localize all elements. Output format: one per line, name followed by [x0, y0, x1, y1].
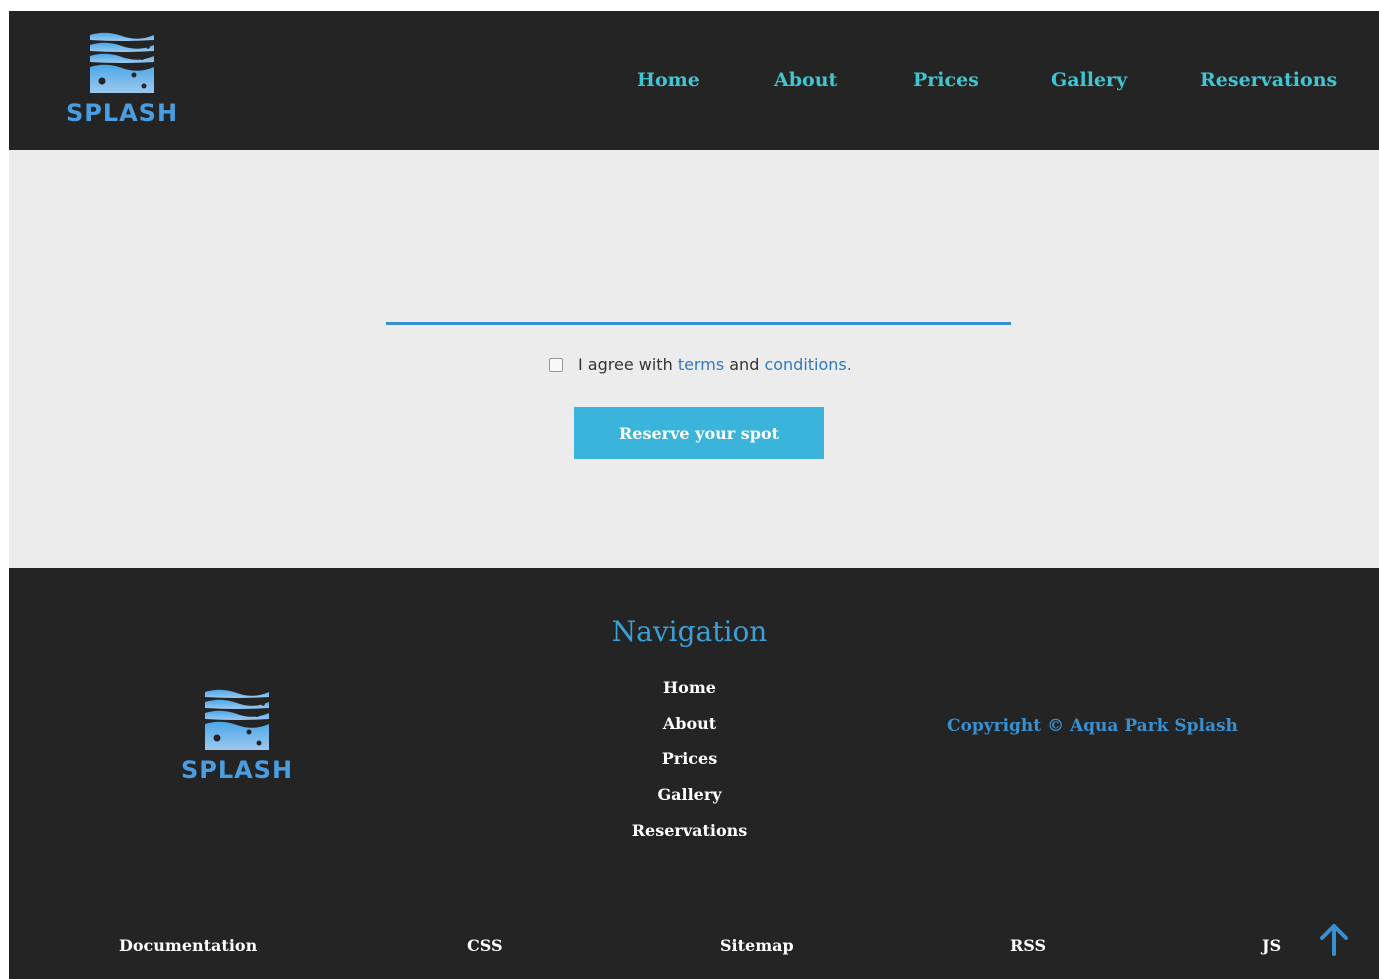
agree-prefix-text: I agree with [578, 355, 673, 374]
conditions-link[interactable]: conditions. [764, 355, 851, 374]
footer-link-css[interactable]: CSS [467, 936, 503, 955]
footer-link-sitemap[interactable]: Sitemap [720, 936, 794, 955]
nav-link-about[interactable]: About [774, 69, 837, 91]
terms-agreement: I agree with terms and conditions. [549, 355, 852, 374]
header-logo[interactable]: SPLASH [65, 31, 179, 127]
terms-link[interactable]: terms [678, 355, 724, 374]
copyright-text: Copyright © Aqua Park Splash [947, 716, 1238, 736]
nav-link-gallery[interactable]: Gallery [1051, 69, 1127, 91]
footer-nav-title: Navigation [611, 615, 768, 648]
site-header: SPLASH Home About Prices Gallery Reserva… [9, 11, 1379, 150]
footer-link-documentation[interactable]: Documentation [119, 936, 257, 955]
footer-nav-reservations[interactable]: Reservations [0, 821, 1379, 840]
nav-link-home[interactable]: Home [637, 69, 700, 91]
footer-nav-home[interactable]: Home [0, 678, 1379, 697]
page: SPLASH Home About Prices Gallery Reserva… [9, 11, 1379, 979]
arrow-up-icon[interactable] [1317, 923, 1351, 957]
and-text: and [729, 355, 760, 374]
input-underline[interactable] [386, 322, 1011, 325]
reserve-button[interactable]: Reserve your spot [574, 407, 824, 459]
logo-wordmark: SPLASH [65, 99, 179, 127]
splash-wave-logo-icon [90, 32, 154, 93]
footer-nav-gallery[interactable]: Gallery [0, 785, 1379, 804]
footer-link-js[interactable]: JS [1262, 936, 1281, 955]
agree-checkbox[interactable] [549, 357, 563, 372]
nav-link-prices[interactable]: Prices [913, 69, 979, 91]
footer-link-rss[interactable]: RSS [1010, 936, 1046, 955]
reservation-form-section: I agree with terms and conditions. Reser… [9, 150, 1379, 568]
nav-link-reservations[interactable]: Reservations [1200, 69, 1337, 91]
site-footer: SPLASH Navigation Home About Prices Gall… [9, 568, 1379, 979]
footer-nav-prices[interactable]: Prices [0, 749, 1379, 768]
